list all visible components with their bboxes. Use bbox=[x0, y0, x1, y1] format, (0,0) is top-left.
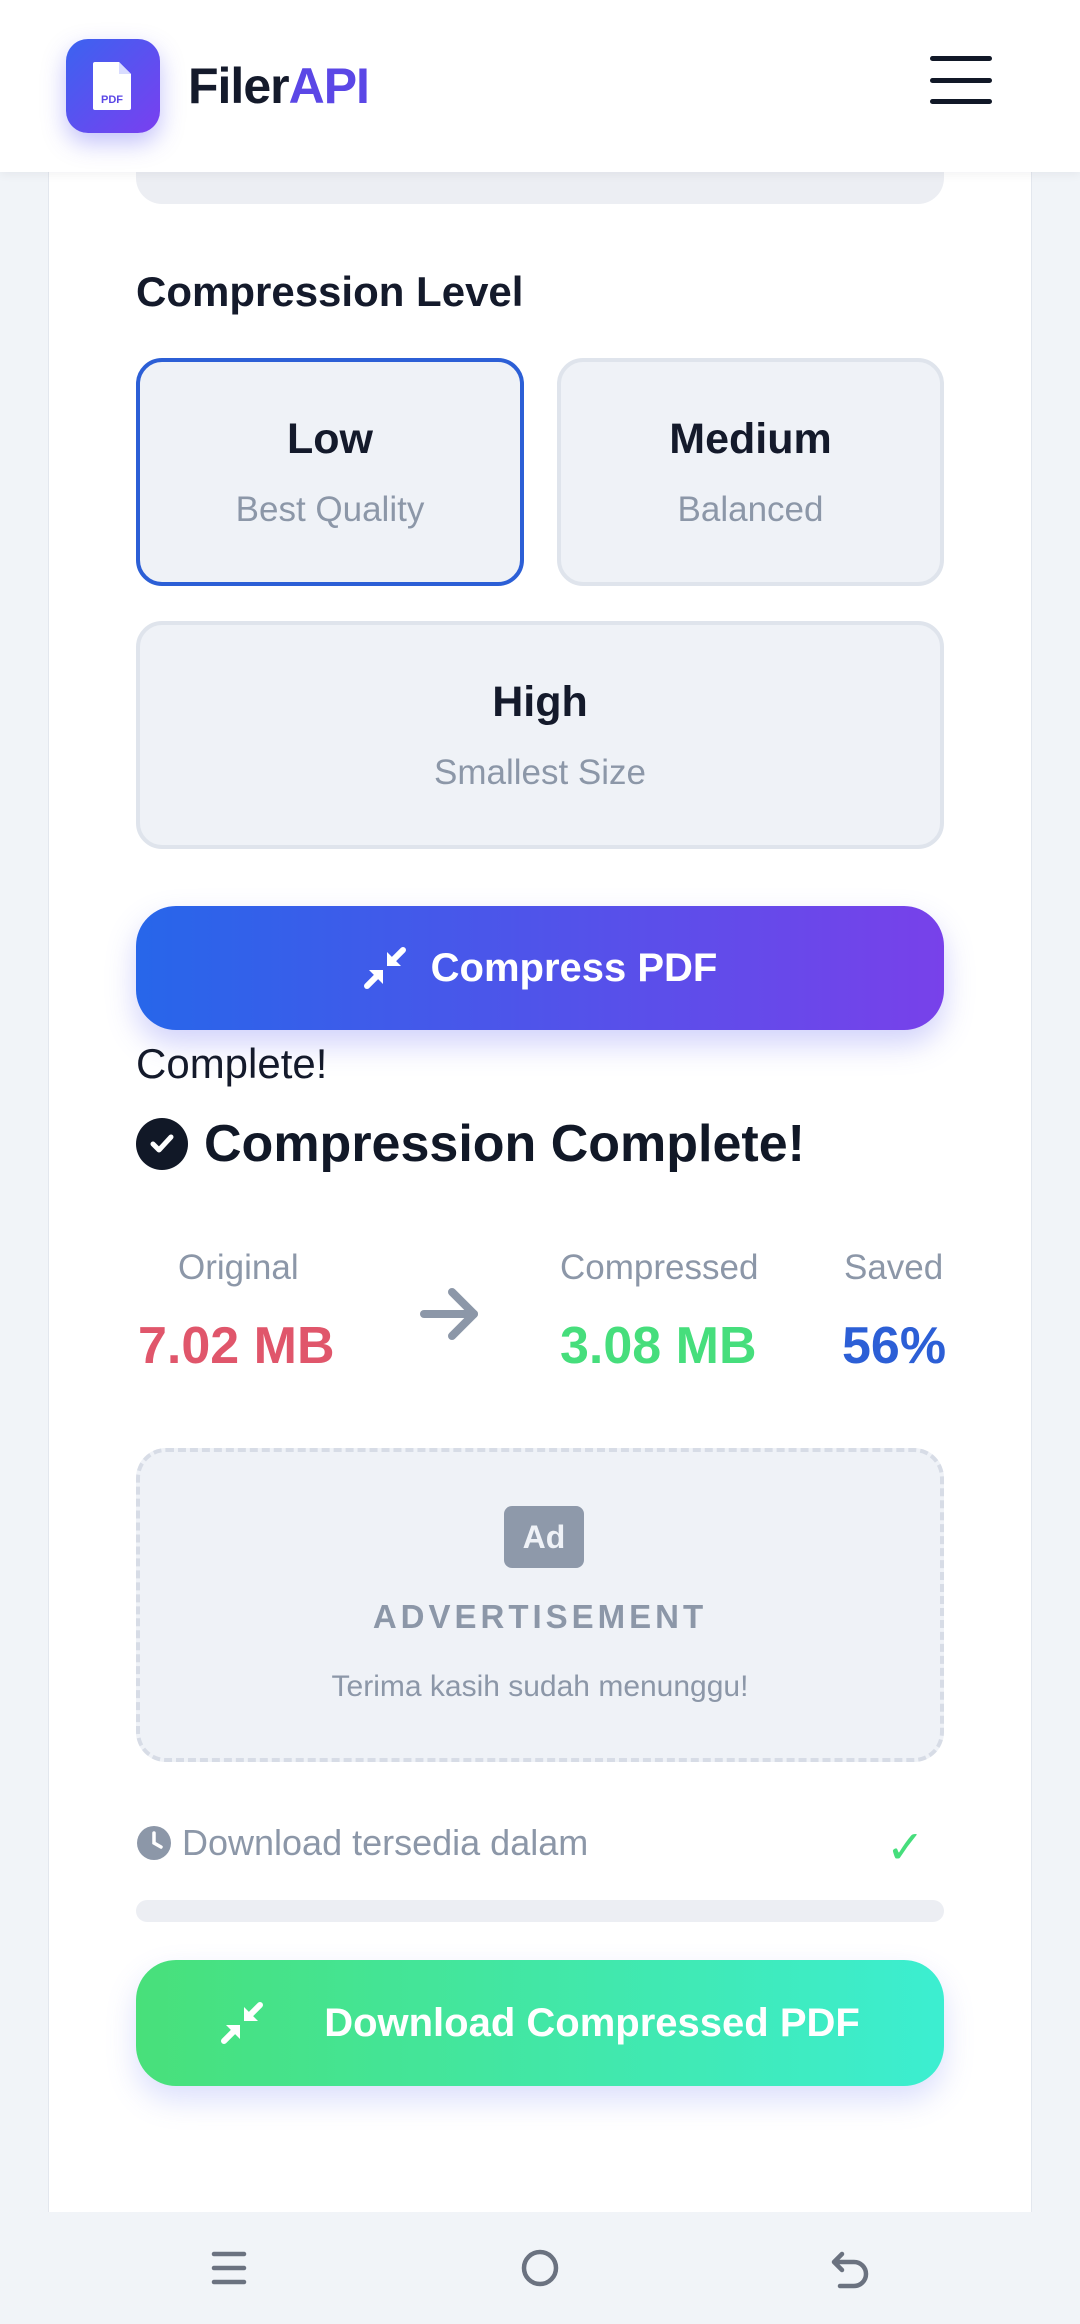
level-subtitle: Balanced bbox=[677, 489, 824, 529]
status-text: Complete! bbox=[136, 1040, 328, 1087]
compress-arrows-icon bbox=[221, 2002, 264, 2044]
download-compressed-pdf-button[interactable]: Download Compressed PDF bbox=[136, 1960, 944, 2086]
compress-button-label: Compress PDF bbox=[430, 945, 718, 990]
download-button-label: Download Compressed PDF bbox=[324, 2000, 860, 2045]
saved-label: Saved bbox=[844, 1248, 944, 1287]
advertisement-label: ADVERTISEMENT bbox=[372, 1598, 708, 1635]
brand-name-part2: API bbox=[288, 58, 370, 114]
compression-level-title: Compression Level bbox=[136, 268, 524, 315]
level-name: Low bbox=[287, 414, 373, 463]
clock-icon bbox=[137, 1826, 171, 1860]
completion-heading-text: Compression Complete! bbox=[204, 1115, 805, 1173]
hamburger-menu-icon[interactable] bbox=[930, 56, 992, 104]
pdf-file-icon[interactable]: PDF bbox=[66, 39, 160, 133]
level-option-high[interactable]: High Smallest Size bbox=[136, 621, 944, 849]
completion-heading: Compression Complete! bbox=[136, 1114, 805, 1174]
original-size-value: 7.02 MB bbox=[138, 1317, 335, 1375]
level-option-low[interactable]: Low Best Quality bbox=[136, 358, 524, 586]
back-icon[interactable] bbox=[830, 2248, 870, 2290]
advertisement-box[interactable]: Ad ADVERTISEMENT Terima kasih sudah menu… bbox=[136, 1448, 944, 1762]
check-circle-icon bbox=[136, 1118, 188, 1170]
compressed-size-label: Compressed bbox=[560, 1248, 759, 1287]
original-size-label: Original bbox=[178, 1248, 299, 1287]
compressed-size-value: 3.08 MB bbox=[560, 1317, 757, 1375]
ad-icon: Ad bbox=[504, 1506, 584, 1568]
compress-pdf-button[interactable]: Compress PDF bbox=[136, 906, 944, 1030]
arrow-right-icon bbox=[420, 1288, 478, 1340]
ready-check-icon: ✓ bbox=[886, 1821, 925, 1873]
level-subtitle: Smallest Size bbox=[433, 752, 647, 792]
compress-arrows-icon bbox=[363, 947, 406, 989]
logo-badge-text: PDF bbox=[101, 94, 123, 106]
upload-area-edge bbox=[136, 168, 944, 204]
level-name: Medium bbox=[669, 414, 832, 463]
home-icon[interactable] bbox=[520, 2248, 560, 2288]
download-wait-row: Download tersedia dalam bbox=[136, 1822, 588, 1864]
system-navigation-bar bbox=[0, 2212, 1080, 2324]
level-name: High bbox=[492, 677, 588, 726]
saved-percent-value: 56% bbox=[842, 1317, 947, 1375]
recent-apps-icon[interactable] bbox=[210, 2248, 248, 2288]
download-progress-bar bbox=[136, 1900, 944, 1922]
brand-name[interactable]: FilerAPI bbox=[188, 57, 370, 115]
brand-name-part1: Filer bbox=[188, 58, 290, 114]
level-subtitle: Best Quality bbox=[235, 489, 425, 529]
download-wait-text: Download tersedia dalam bbox=[182, 1822, 589, 1863]
level-option-medium[interactable]: Medium Balanced bbox=[557, 358, 944, 586]
app-header: PDF FilerAPI bbox=[0, 0, 1080, 172]
advertisement-subtitle: Terima kasih sudah menunggu! bbox=[331, 1670, 749, 1703]
